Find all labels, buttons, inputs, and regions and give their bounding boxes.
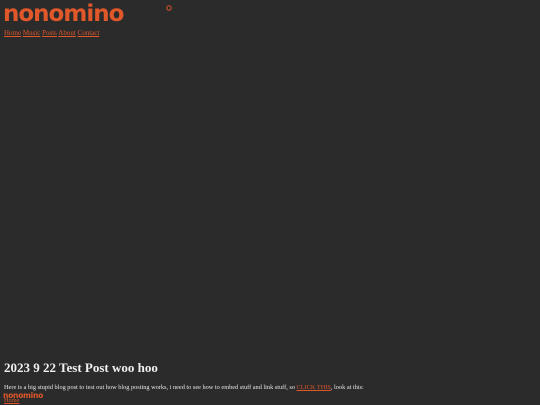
nav-link-home[interactable]: Home xyxy=(4,29,21,37)
footer-link-home[interactable]: Home xyxy=(4,397,19,404)
post-body-text-before: Here is a big stupid blog post to test o… xyxy=(4,384,297,391)
site-logo[interactable]: nonomino xyxy=(3,2,173,26)
main-nav: Home Music Posts About Contact xyxy=(4,29,99,37)
footer-nav: Home xyxy=(4,397,19,405)
post-body-text-after: , look at this: xyxy=(330,384,364,391)
nav-link-music[interactable]: Music xyxy=(23,29,41,37)
nav-link-about[interactable]: About xyxy=(58,29,76,37)
nav-link-contact[interactable]: Contact xyxy=(78,29,100,37)
svg-text:nonomino: nonomino xyxy=(3,2,124,26)
post-body: Here is a big stupid blog post to test o… xyxy=(4,384,364,392)
post-title: 2023 9 22 Test Post woo hoo xyxy=(4,360,158,375)
click-this-link[interactable]: CLICK THIS xyxy=(297,384,331,391)
nav-link-posts[interactable]: Posts xyxy=(42,29,57,37)
